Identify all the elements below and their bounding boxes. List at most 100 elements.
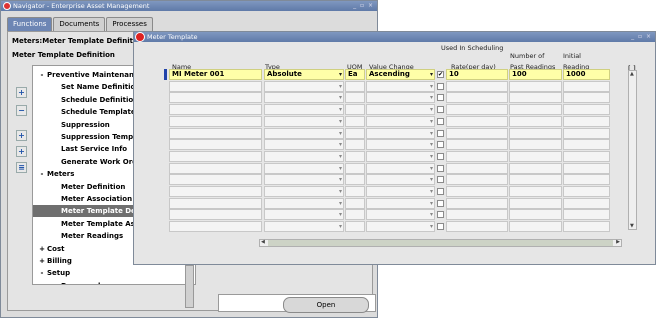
past-readings-cell[interactable] xyxy=(509,127,562,139)
tree-node-toggle[interactable]: + xyxy=(37,243,47,255)
type-cell[interactable]: ▾ xyxy=(264,150,344,162)
value-change-cell[interactable]: Ascending ▾ xyxy=(366,69,435,80)
chevron-down-icon[interactable]: ▾ xyxy=(339,164,342,173)
initial-cell[interactable] xyxy=(563,104,610,116)
past-readings-cell[interactable] xyxy=(509,80,562,92)
scroll-thumb[interactable] xyxy=(268,240,613,246)
tab-documents[interactable]: Documents xyxy=(53,17,106,31)
uom-cell[interactable] xyxy=(345,150,365,162)
past-readings-cell[interactable] xyxy=(509,139,562,151)
table-row[interactable]: ▾ ▾ xyxy=(163,209,642,221)
table-row[interactable]: ▾ ▾ xyxy=(163,221,642,233)
name-cell[interactable] xyxy=(169,174,262,186)
tree-node-toggle[interactable]: - xyxy=(37,267,47,279)
value-change-cell[interactable]: ▾ xyxy=(366,174,435,186)
chevron-down-icon[interactable]: ▾ xyxy=(430,222,433,231)
value-change-cell[interactable]: ▾ xyxy=(366,221,435,233)
name-cell[interactable] xyxy=(169,209,262,221)
uom-cell[interactable] xyxy=(345,80,365,92)
initial-cell[interactable] xyxy=(563,150,610,162)
value-change-cell[interactable]: ▾ xyxy=(366,197,435,209)
used-in-scheduling-checkbox[interactable] xyxy=(437,106,444,114)
past-readings-cell[interactable] xyxy=(509,186,562,197)
used-in-scheduling-checkbox[interactable] xyxy=(437,164,444,172)
chevron-down-icon[interactable]: ▾ xyxy=(430,129,433,138)
initial-cell[interactable] xyxy=(563,197,610,209)
chevron-down-icon[interactable]: ▾ xyxy=(339,93,342,102)
past-readings-cell[interactable] xyxy=(509,221,562,233)
past-readings-cell[interactable] xyxy=(509,150,562,162)
initial-cell[interactable] xyxy=(563,80,610,92)
scroll-up-icon[interactable]: ▲ xyxy=(630,71,634,77)
chevron-down-icon[interactable]: ▾ xyxy=(339,140,342,149)
table-row[interactable]: ▾ ▾ xyxy=(163,115,642,127)
chevron-down-icon[interactable]: ▾ xyxy=(430,187,433,196)
used-in-scheduling-checkbox[interactable] xyxy=(437,188,444,195)
uom-cell[interactable] xyxy=(345,92,365,104)
initial-cell[interactable] xyxy=(563,221,610,233)
chevron-down-icon[interactable]: ▾ xyxy=(339,82,342,91)
initial-cell[interactable] xyxy=(563,162,610,174)
rate-cell[interactable] xyxy=(446,221,508,233)
tab-processes[interactable]: Processes xyxy=(106,17,153,31)
type-cell[interactable]: ▾ xyxy=(264,92,344,104)
chevron-down-icon[interactable]: ▾ xyxy=(430,82,433,91)
value-change-cell[interactable]: ▾ xyxy=(366,115,435,127)
past-readings-cell[interactable] xyxy=(509,209,562,221)
rate-cell[interactable] xyxy=(446,127,508,139)
past-readings-cell[interactable] xyxy=(509,197,562,209)
tree-node-toggle[interactable]: + xyxy=(37,255,47,267)
used-in-scheduling-checkbox[interactable] xyxy=(437,117,444,125)
scroll-left-icon[interactable]: ◀ xyxy=(261,239,265,245)
expand-button[interactable]: + xyxy=(16,87,27,98)
value-change-cell[interactable]: ▾ xyxy=(366,186,435,197)
uom-cell[interactable] xyxy=(345,221,365,233)
type-cell[interactable]: ▾ xyxy=(264,221,344,233)
navigator-titlebar[interactable]: Navigator - Enterprise Asset Management … xyxy=(1,1,377,11)
past-readings-cell[interactable] xyxy=(509,92,562,104)
value-change-cell[interactable]: ▾ xyxy=(366,80,435,92)
uom-cell[interactable] xyxy=(345,104,365,116)
table-row[interactable]: ▾ ▾ xyxy=(163,150,642,162)
used-in-scheduling-checkbox[interactable] xyxy=(437,152,444,160)
rate-cell[interactable] xyxy=(446,162,508,174)
rate-cell[interactable] xyxy=(446,80,508,92)
rate-cell[interactable] xyxy=(446,197,508,209)
uom-cell[interactable] xyxy=(345,115,365,127)
type-cell[interactable]: ▾ xyxy=(264,162,344,174)
scroll-down-icon[interactable]: ▼ xyxy=(630,223,634,229)
tree-item[interactable]: Personnel xyxy=(33,280,195,284)
chevron-down-icon[interactable]: ▾ xyxy=(339,187,342,196)
chevron-down-icon[interactable]: ▾ xyxy=(430,210,433,219)
tree-scrollbar[interactable] xyxy=(185,265,194,308)
used-in-scheduling-checkbox[interactable] xyxy=(437,129,444,137)
table-row[interactable]: ▾ ▾ xyxy=(163,92,642,104)
collapse-button[interactable]: − xyxy=(16,105,27,116)
scroll-right-icon[interactable]: ▶ xyxy=(616,239,620,245)
past-readings-cell[interactable]: 100 xyxy=(509,69,562,80)
table-row[interactable]: ▾ ▾ xyxy=(163,127,642,139)
chevron-down-icon[interactable]: ▾ xyxy=(430,164,433,173)
chevron-down-icon[interactable]: ▾ xyxy=(339,199,342,208)
table-row[interactable]: ▾ ▾ xyxy=(163,162,642,174)
chevron-down-icon[interactable]: ▾ xyxy=(430,140,433,149)
chevron-down-icon[interactable]: ▾ xyxy=(430,70,433,79)
type-cell[interactable]: ▾ xyxy=(264,115,344,127)
table-row[interactable]: ▾ ▾ xyxy=(163,197,642,209)
name-cell[interactable] xyxy=(169,139,262,151)
rate-cell[interactable] xyxy=(446,115,508,127)
used-in-scheduling-checkbox[interactable] xyxy=(437,82,444,90)
uom-cell[interactable] xyxy=(345,139,365,151)
used-in-scheduling-checkbox[interactable] xyxy=(437,94,444,102)
initial-cell[interactable]: 1000 xyxy=(563,69,610,80)
initial-cell[interactable] xyxy=(563,209,610,221)
table-row[interactable]: ▾ ▾ xyxy=(163,139,642,151)
uom-cell[interactable] xyxy=(345,162,365,174)
tree-item[interactable]: - Setup xyxy=(33,267,195,279)
type-cell[interactable]: ▾ xyxy=(264,197,344,209)
initial-cell[interactable] xyxy=(563,139,610,151)
name-cell[interactable] xyxy=(169,162,262,174)
tree-node-toggle[interactable]: - xyxy=(37,168,47,180)
value-change-cell[interactable]: ▾ xyxy=(366,162,435,174)
table-row[interactable]: ▾ ▾ xyxy=(163,174,642,186)
